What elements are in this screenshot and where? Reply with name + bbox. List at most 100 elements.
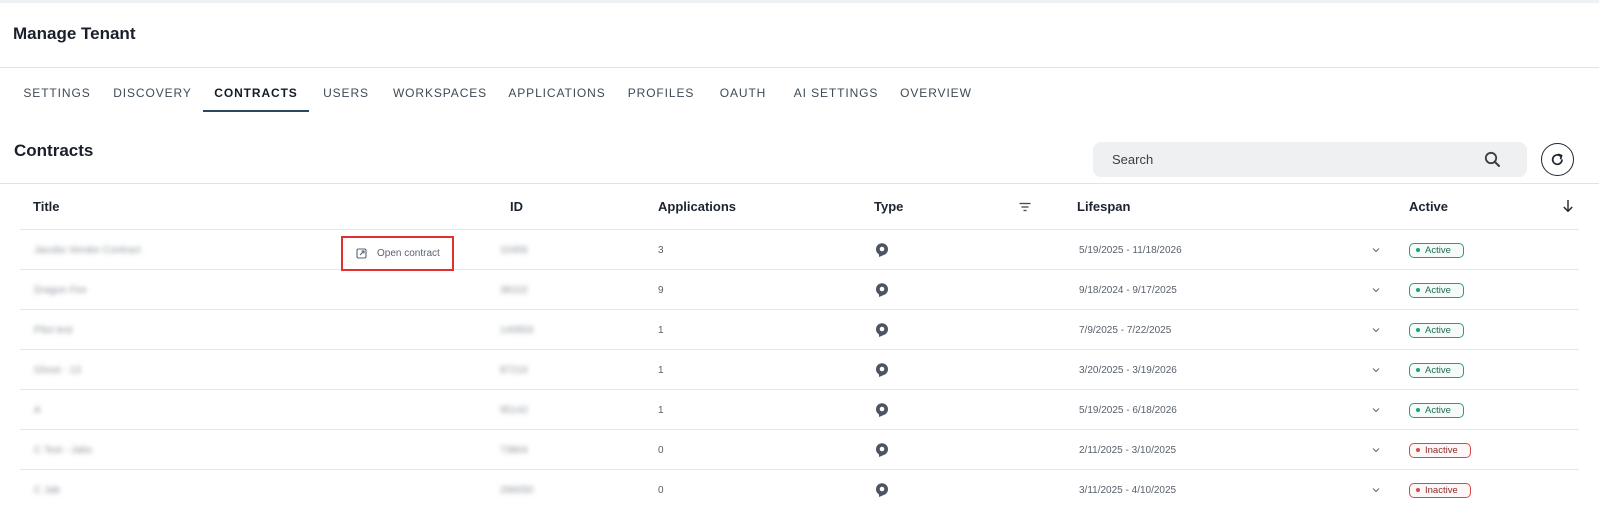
column-header-active[interactable]: Active xyxy=(1409,199,1448,214)
tab-discovery[interactable]: DISCOVERY xyxy=(102,76,203,112)
table-row[interactable]: Jacobs Vendor Contract 10456 3 5/19/2025 - … xyxy=(20,230,1579,270)
header-divider xyxy=(0,67,1599,68)
status-dot xyxy=(1416,288,1420,292)
chevron-down-icon[interactable] xyxy=(1372,470,1380,505)
contract-title[interactable]: Pilot test xyxy=(34,310,184,350)
applications-count: 1 xyxy=(658,324,664,336)
tab-profiles[interactable]: PROFILES xyxy=(623,76,699,112)
filter-icon[interactable] xyxy=(1018,200,1032,212)
lifespan: 5/19/2025 - 11/18/2026 xyxy=(1079,244,1182,256)
status-dot xyxy=(1416,328,1420,332)
status-label: Inactive xyxy=(1425,444,1458,456)
status-dot xyxy=(1416,448,1420,452)
type-icon xyxy=(874,430,890,470)
column-header-id[interactable]: ID xyxy=(510,199,523,214)
column-header-lifespan[interactable]: Lifespan xyxy=(1077,199,1130,214)
status-label: Active xyxy=(1425,404,1451,416)
status-dot xyxy=(1416,408,1420,412)
chevron-down-icon[interactable] xyxy=(1372,390,1380,430)
open-contract-button[interactable]: Open contract xyxy=(341,236,454,271)
status-badge: Active xyxy=(1409,242,1464,258)
status-dot xyxy=(1416,488,1420,492)
lifespan: 9/18/2024 - 9/17/2025 xyxy=(1079,284,1177,296)
status-cell: Active xyxy=(1409,350,1464,390)
tab-overview[interactable]: OVERVIEW xyxy=(894,76,978,112)
chevron-down-icon[interactable] xyxy=(1372,270,1380,310)
table-row[interactable]: Dragon Fire 38102 9 9/18/2024 - 9/17/2025 Ac… xyxy=(20,270,1579,310)
contract-title[interactable]: A xyxy=(34,390,184,430)
status-dot xyxy=(1416,248,1420,252)
lifespan: 5/19/2025 - 6/18/2026 xyxy=(1079,404,1177,416)
type-icon xyxy=(874,390,890,430)
status-label: Inactive xyxy=(1425,484,1458,496)
contract-title[interactable]: C Test - Jabs xyxy=(34,430,184,470)
status-label: Active xyxy=(1425,244,1451,256)
tab-oauth[interactable]: OAUTH xyxy=(711,76,775,112)
status-cell: Inactive xyxy=(1409,430,1471,470)
status-cell: Active xyxy=(1409,310,1464,350)
chevron-down-icon[interactable] xyxy=(1372,350,1380,390)
table-row[interactable]: C Jab 296050 0 3/11/2025 - 4/10/2025 Inactiv… xyxy=(20,470,1579,505)
table-row[interactable]: A 95142 1 5/19/2025 - 6/18/2026 Active xyxy=(20,390,1579,430)
table-row[interactable]: Pilot test 140653 1 7/9/2025 - 7/22/2025 Act… xyxy=(20,310,1579,350)
table-top-divider xyxy=(0,183,1599,184)
status-label: Active xyxy=(1425,324,1451,336)
lifespan: 2/11/2025 - 3/10/2025 xyxy=(1079,444,1177,456)
contract-id: 87210 xyxy=(500,364,528,376)
status-cell: Active xyxy=(1409,270,1464,310)
column-header-type[interactable]: Type xyxy=(874,199,903,214)
status-badge: Active xyxy=(1409,282,1464,298)
status-badge: Inactive xyxy=(1409,442,1471,458)
refresh-icon xyxy=(1551,153,1563,166)
contract-title[interactable]: Ghost - 13 xyxy=(34,350,184,390)
column-header-title[interactable]: Title xyxy=(33,199,60,214)
status-dot xyxy=(1416,368,1420,372)
status-badge: Active xyxy=(1409,322,1464,338)
top-border xyxy=(0,0,1599,3)
tab-contracts[interactable]: CONTRACTS xyxy=(203,76,309,112)
refresh-button[interactable] xyxy=(1541,143,1574,176)
chevron-down-icon[interactable] xyxy=(1372,310,1380,350)
contract-id: 296050 xyxy=(500,484,534,496)
contract-title[interactable]: Jacobs Vendor Contract xyxy=(34,230,184,270)
tab-settings[interactable]: SETTINGS xyxy=(13,76,101,112)
search-box xyxy=(1093,142,1527,177)
search-input[interactable] xyxy=(1093,142,1473,177)
type-icon xyxy=(874,470,890,505)
open-contract-label: Open contract xyxy=(377,248,440,259)
type-icon xyxy=(874,350,890,390)
chevron-down-icon[interactable] xyxy=(1372,230,1380,270)
table-row[interactable]: Ghost - 13 87210 1 3/20/2025 - 3/19/2026 Act… xyxy=(20,350,1579,390)
status-cell: Active xyxy=(1409,390,1464,430)
section-title: Contracts xyxy=(14,141,94,160)
contract-id: 95142 xyxy=(500,404,528,416)
tab-ai-settings[interactable]: AI SETTINGS xyxy=(787,76,885,112)
search-icon[interactable] xyxy=(1483,150,1503,170)
type-icon xyxy=(874,270,890,310)
lifespan: 3/11/2025 - 4/10/2025 xyxy=(1079,484,1177,496)
open-contract-inner: Open contract xyxy=(348,242,447,265)
status-label: Active xyxy=(1425,284,1451,296)
applications-count: 1 xyxy=(658,364,664,376)
status-cell: Active xyxy=(1409,230,1464,270)
tab-applications[interactable]: APPLICATIONS xyxy=(501,76,613,112)
contract-id: 38102 xyxy=(500,284,528,296)
contract-id: 140653 xyxy=(500,324,534,336)
status-label: Active xyxy=(1425,364,1451,376)
sort-descending-icon[interactable] xyxy=(1561,198,1575,214)
chevron-down-icon[interactable] xyxy=(1372,430,1380,470)
status-badge: Active xyxy=(1409,362,1464,378)
table-row[interactable]: C Test - Jabs 73804 0 2/11/2025 - 3/10/2025… xyxy=(20,430,1579,470)
status-cell: Inactive xyxy=(1409,470,1471,505)
tab-workspaces[interactable]: WORKSPACES xyxy=(389,76,491,112)
tab-users[interactable]: USERS xyxy=(316,76,376,112)
page-title: Manage Tenant xyxy=(13,24,136,43)
type-icon xyxy=(874,230,890,270)
applications-count: 3 xyxy=(658,244,664,256)
contract-title[interactable]: C Jab xyxy=(34,470,184,505)
contract-title[interactable]: Dragon Fire xyxy=(34,270,184,310)
lifespan: 7/9/2025 - 7/22/2025 xyxy=(1079,324,1172,336)
column-header-applications[interactable]: Applications xyxy=(658,199,736,214)
applications-count: 0 xyxy=(658,444,664,456)
lifespan: 3/20/2025 - 3/19/2026 xyxy=(1079,364,1177,376)
